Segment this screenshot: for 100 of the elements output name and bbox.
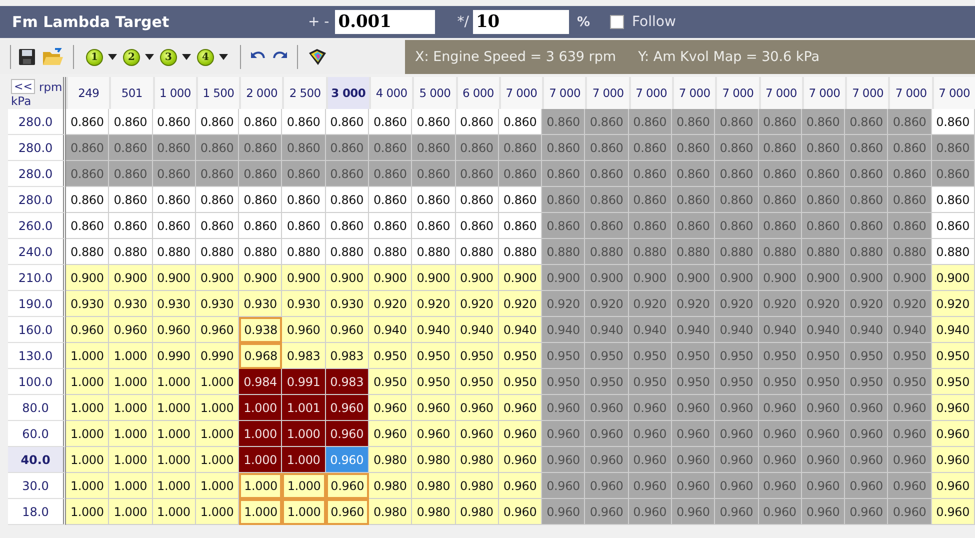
table-cell[interactable]: 0.960	[282, 317, 326, 343]
table-cell[interactable]: 0.860	[845, 161, 888, 187]
table-cell[interactable]: 0.860	[888, 213, 932, 239]
table-cell[interactable]: 0.960	[326, 421, 369, 447]
table-cell[interactable]: 0.960	[932, 395, 975, 421]
table-cell[interactable]: 0.860	[368, 161, 412, 187]
table-cell[interactable]: 0.960	[932, 499, 975, 525]
table-cell[interactable]: 0.960	[715, 395, 759, 421]
table-cell[interactable]: 0.920	[585, 291, 629, 317]
table-cell[interactable]: 0.960	[412, 421, 456, 447]
table-cell[interactable]: 0.980	[456, 499, 499, 525]
table-cell[interactable]: 0.900	[282, 265, 326, 291]
table-cell[interactable]: 0.960	[715, 473, 759, 499]
table-cell[interactable]: 1.000	[239, 499, 282, 525]
table-cell[interactable]: 0.900	[152, 265, 196, 291]
table-cell[interactable]: 0.880	[456, 239, 499, 265]
table-cell[interactable]: 0.860	[282, 187, 326, 213]
table-cell[interactable]: 0.860	[802, 187, 846, 213]
table-cell[interactable]: 0.950	[802, 343, 846, 369]
table-cell[interactable]: 0.940	[412, 317, 456, 343]
table-cell[interactable]: 0.860	[152, 109, 196, 135]
table-cell[interactable]: 0.880	[802, 239, 846, 265]
table-cell[interactable]: 1.000	[66, 473, 110, 499]
table-cell[interactable]: 1.001	[282, 395, 326, 421]
table-cell[interactable]: 0.960	[888, 421, 932, 447]
table-cell[interactable]: 0.860	[412, 213, 456, 239]
table-cell[interactable]: 0.860	[282, 109, 326, 135]
table-cell[interactable]: 0.960	[542, 395, 586, 421]
table-cell[interactable]: 0.950	[585, 369, 629, 395]
table-cell[interactable]: 0.930	[152, 291, 196, 317]
table-cell[interactable]: 0.990	[152, 343, 196, 369]
table-cell[interactable]: 1.000	[152, 421, 196, 447]
caret-icon[interactable]	[108, 54, 117, 60]
table-cell[interactable]: 1.000	[239, 421, 282, 447]
preset-button[interactable]: 2	[123, 48, 140, 66]
table-cell[interactable]: 0.960	[196, 317, 240, 343]
table-cell[interactable]: 0.860	[888, 135, 932, 161]
table-cell[interactable]: 0.860	[66, 135, 110, 161]
table-cell[interactable]: 1.000	[66, 499, 110, 525]
table-cell[interactable]: 0.960	[542, 421, 586, 447]
table-cell[interactable]: 0.960	[672, 499, 716, 525]
table-cell[interactable]: 0.950	[498, 369, 542, 395]
table-cell[interactable]: 0.960	[715, 421, 759, 447]
table-cell[interactable]: 0.880	[368, 239, 412, 265]
table-cell[interactable]: 0.950	[585, 343, 629, 369]
table-cell[interactable]: 0.860	[282, 135, 326, 161]
table-cell[interactable]: 0.880	[585, 239, 629, 265]
table-cell[interactable]: 0.860	[542, 135, 586, 161]
table-cell[interactable]: 0.960	[932, 421, 975, 447]
table-cell[interactable]: 0.920	[932, 291, 975, 317]
table-cell[interactable]: 1.000	[152, 447, 196, 473]
table-cell[interactable]: 0.930	[109, 291, 153, 317]
table-cell[interactable]: 1.000	[196, 369, 240, 395]
table-cell[interactable]: 1.000	[152, 499, 196, 525]
table-cell[interactable]: 0.950	[628, 369, 672, 395]
table-cell[interactable]: 1.000	[196, 473, 240, 499]
table-cell[interactable]: 0.860	[498, 109, 542, 135]
table-cell[interactable]: 0.900	[672, 265, 716, 291]
table-cell[interactable]: 0.860	[456, 109, 499, 135]
table-cell[interactable]: 0.940	[888, 317, 932, 343]
table-cell[interactable]: 0.860	[845, 213, 888, 239]
table-cell[interactable]: 1.000	[152, 369, 196, 395]
table-cell[interactable]: 0.860	[758, 187, 802, 213]
table-cell[interactable]: 0.960	[542, 447, 586, 473]
open-folder-icon[interactable]	[42, 48, 64, 66]
table-cell[interactable]: 0.860	[456, 187, 499, 213]
table-cell[interactable]: 0.950	[715, 369, 759, 395]
table-cell[interactable]: 0.860	[672, 109, 716, 135]
table-cell[interactable]: 0.960	[585, 499, 629, 525]
table-cell[interactable]: 0.860	[585, 213, 629, 239]
table-cell[interactable]: 0.968	[239, 343, 282, 369]
table-cell[interactable]: 0.950	[456, 343, 499, 369]
table-cell[interactable]: 0.860	[498, 135, 542, 161]
table-cell[interactable]: 0.860	[109, 109, 153, 135]
table-cell[interactable]: 0.860	[196, 161, 240, 187]
table-cell[interactable]: 0.860	[196, 213, 240, 239]
step-field[interactable]: 0.001	[335, 10, 436, 34]
table-cell[interactable]: 1.000	[282, 499, 326, 525]
table-cell[interactable]: 0.980	[456, 473, 499, 499]
table-cell[interactable]: 0.983	[282, 343, 326, 369]
table-cell[interactable]: 0.860	[932, 135, 975, 161]
table-cell[interactable]: 0.950	[542, 343, 586, 369]
table-cell[interactable]: 0.950	[888, 343, 932, 369]
table-cell[interactable]: 0.880	[412, 239, 456, 265]
table-cell[interactable]: 0.860	[412, 109, 456, 135]
table-cell[interactable]: 0.900	[368, 265, 412, 291]
table-cell[interactable]: 1.000	[239, 395, 282, 421]
table-cell[interactable]: 0.860	[196, 187, 240, 213]
table-cell[interactable]: 0.960	[802, 499, 846, 525]
table-cell[interactable]: 0.940	[498, 317, 542, 343]
table-cell[interactable]: 0.960	[888, 395, 932, 421]
table-cell[interactable]: 0.880	[932, 239, 975, 265]
table-cell[interactable]: 1.000	[109, 421, 153, 447]
table-cell[interactable]: 0.860	[326, 187, 369, 213]
table-cell[interactable]: 0.860	[152, 135, 196, 161]
table-cell[interactable]: 0.950	[628, 343, 672, 369]
table-cell[interactable]: 0.900	[109, 265, 153, 291]
table-cell[interactable]: 1.000	[66, 369, 110, 395]
table-cell[interactable]: 0.860	[802, 161, 846, 187]
table-cell[interactable]: 1.000	[282, 473, 326, 499]
